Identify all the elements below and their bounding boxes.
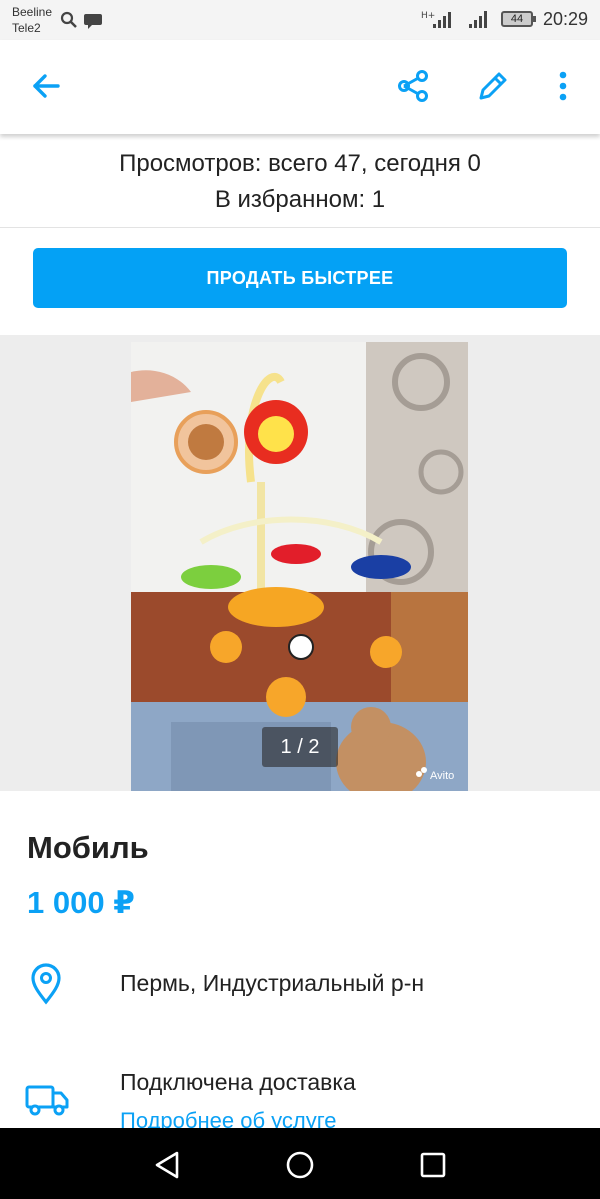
back-triangle-icon <box>155 1151 179 1179</box>
listing-photo[interactable]: Avito <box>131 342 468 791</box>
favorites-count: В избранном: 1 <box>214 186 386 213</box>
share-icon <box>398 70 428 102</box>
status-bar: Beeline Tele2 H+ 44 20:29 <box>0 0 600 40</box>
delivery-truck-icon <box>24 1080 70 1125</box>
carrier-names: Beeline Tele2 <box>12 4 52 36</box>
signal-2-icon <box>468 11 487 28</box>
battery-icon: 44 <box>500 11 536 27</box>
nav-home-button[interactable] <box>280 1145 320 1185</box>
divider <box>0 227 600 228</box>
notification-icons <box>60 11 106 36</box>
delivery-status: Подключена доставка <box>120 1069 356 1095</box>
listing-title: Мобиль <box>27 830 149 865</box>
arrow-left-icon <box>33 74 60 98</box>
svg-text:Avito: Avito <box>430 770 454 782</box>
listing-price: 1 000 ₽ <box>27 885 135 920</box>
nav-back-button[interactable] <box>147 1145 187 1185</box>
pencil-icon <box>479 72 507 100</box>
system-nav-bar <box>0 1128 600 1199</box>
recents-square-icon <box>420 1152 446 1178</box>
search-icon <box>60 11 102 29</box>
photo-gallery[interactable]: Avito 1 / 2 <box>0 335 600 791</box>
status-indicators: H+ 44 20:29 <box>421 8 588 30</box>
sell-faster-button[interactable]: ПРОДАТЬ БЫСТРЕЕ <box>33 248 567 308</box>
edit-button[interactable] <box>471 64 515 108</box>
listing-location: Пермь, Индустриальный р-н <box>120 970 425 996</box>
back-button[interactable] <box>24 64 68 108</box>
more-vertical-icon <box>559 71 567 101</box>
listing-stats: Просмотров: всего 47, сегодня 0 В избран… <box>0 146 600 218</box>
app-toolbar <box>0 40 600 134</box>
more-button[interactable] <box>541 64 585 108</box>
share-button[interactable] <box>391 64 435 108</box>
photo-counter: 1 / 2 <box>262 727 338 767</box>
location-icon <box>24 962 68 1011</box>
clock: 20:29 <box>542 8 588 29</box>
signal-icon: H+ <box>421 11 451 28</box>
carrier-2: Tele2 <box>12 21 41 35</box>
baby-mobile-photo: Avito <box>131 342 468 791</box>
home-circle-icon <box>286 1151 314 1179</box>
views-count: Просмотров: всего 47, сегодня 0 <box>119 150 481 177</box>
nav-recents-button[interactable] <box>413 1145 453 1185</box>
carrier-1: Beeline <box>12 5 53 19</box>
svg-text:H+: H+ <box>421 11 435 21</box>
